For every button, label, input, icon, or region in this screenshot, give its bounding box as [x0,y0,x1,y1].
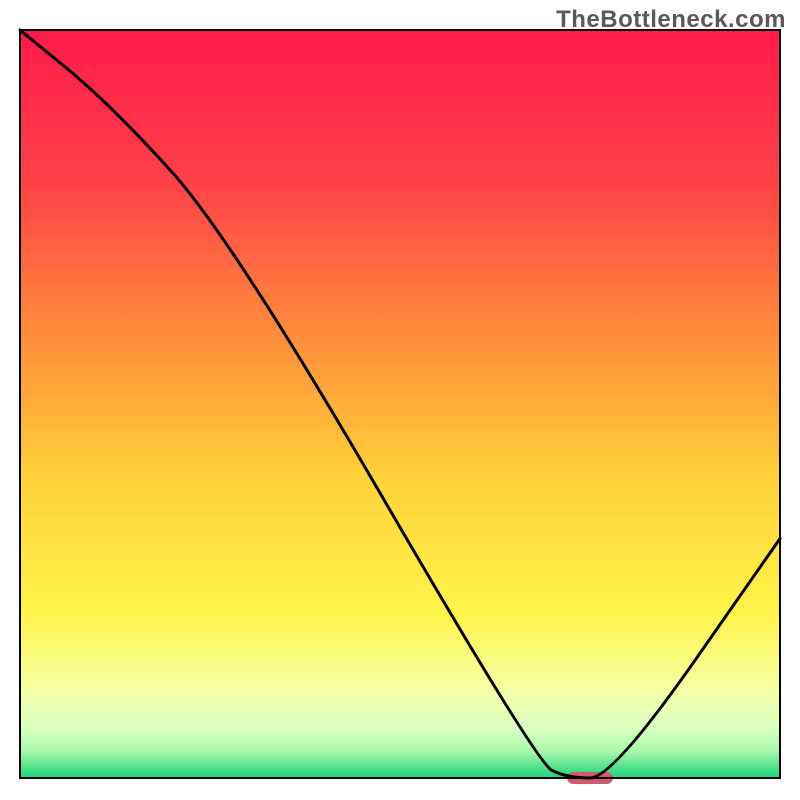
bottleneck-chart [0,0,800,800]
gradient-background [20,30,780,778]
chart-stage: TheBottleneck.com [0,0,800,800]
